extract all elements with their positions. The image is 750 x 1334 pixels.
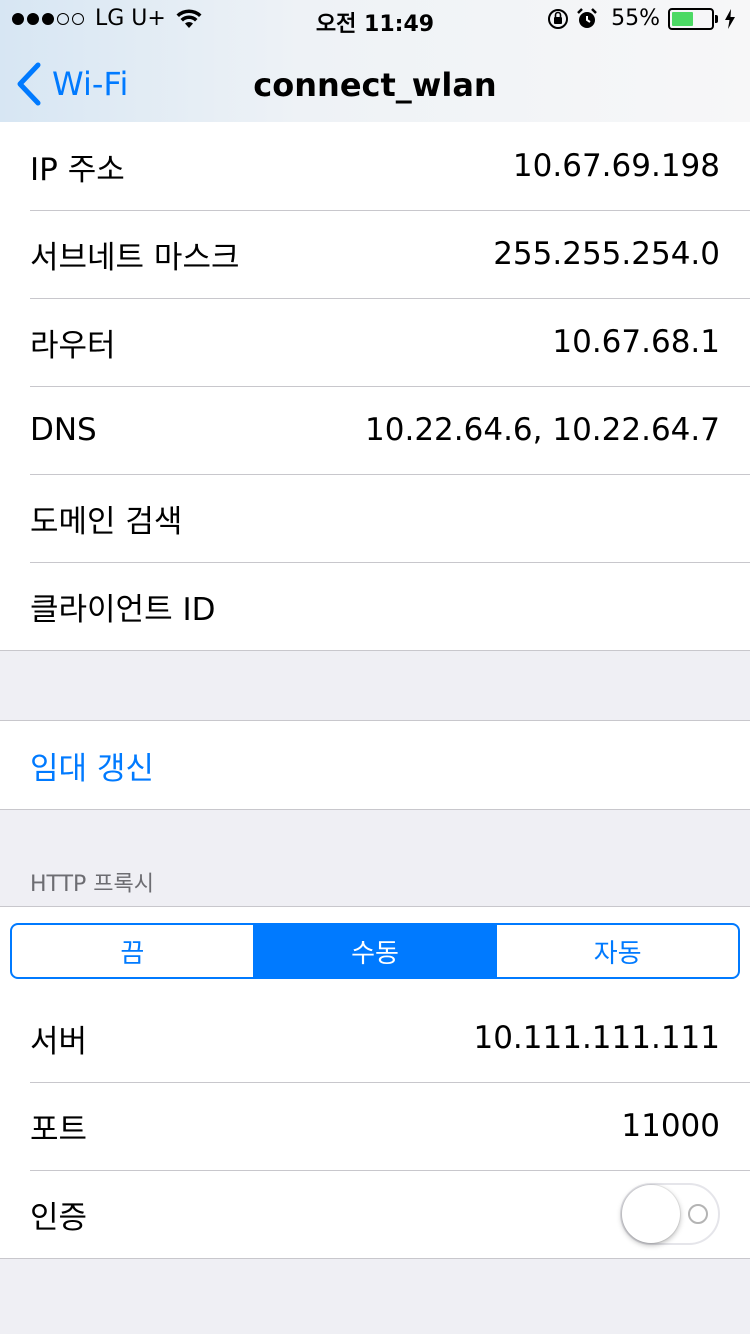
row-label: IP 주소 — [30, 151, 125, 188]
port-label: 포트 — [30, 1111, 88, 1148]
segment-auto[interactable]: 자동 — [495, 925, 738, 977]
alarm-icon — [577, 7, 597, 28]
port-row[interactable]: 포트 11000 — [0, 1082, 750, 1170]
server-row[interactable]: 서버 10.111.111.111 — [0, 994, 750, 1082]
row-label: 클라이언트 ID — [30, 591, 216, 628]
server-label: 서버 — [30, 1023, 88, 1060]
server-value[interactable]: 10.111.111.111 — [473, 1020, 720, 1056]
battery-icon — [668, 7, 714, 30]
authentication-toggle[interactable] — [620, 1183, 720, 1245]
authentication-row: 인증 — [0, 1170, 750, 1258]
client-id-row: 클라이언트 ID — [0, 562, 750, 650]
search-domains-row: 도메인 검색 — [0, 474, 750, 562]
proxy-settings-group: 서버 10.111.111.111 포트 11000 인증 — [0, 994, 750, 1259]
ip-info-group: IP 주소 10.67.69.198 서브네트 마스크 255.255.254.… — [0, 122, 750, 651]
row-value: 255.255.254.0 — [493, 236, 720, 272]
segment-off[interactable]: 끔 — [12, 925, 253, 977]
orientation-lock-icon — [548, 8, 569, 29]
toggle-knob — [622, 1185, 680, 1243]
row-value: 10.67.68.1 — [552, 324, 720, 360]
dns-row: DNS 10.22.64.6, 10.22.64.7 — [0, 386, 750, 474]
router-row: 라우터 10.67.68.1 — [0, 298, 750, 386]
renew-lease-label: 임대 갱신 — [30, 750, 154, 787]
authentication-label: 인증 — [30, 1199, 88, 1236]
battery-percent: 55% — [611, 6, 660, 31]
navigation-bar: Wi-Fi connect_wlan — [0, 40, 750, 128]
proxy-mode-segmented-control: 끔 수동 자동 — [10, 923, 740, 979]
row-label: 서브네트 마스크 — [30, 239, 240, 276]
row-label: 도메인 검색 — [30, 503, 183, 540]
row-value: 10.67.69.198 — [512, 148, 720, 184]
renew-lease-group: 임대 갱신 — [0, 720, 750, 810]
ip-address-row: IP 주소 10.67.69.198 — [0, 122, 750, 210]
subnet-mask-row: 서브네트 마스크 255.255.254.0 — [0, 210, 750, 298]
charging-bolt-icon — [725, 8, 735, 29]
http-proxy-header: HTTP 프록시 — [30, 872, 155, 897]
proxy-mode-container: 끔 수동 자동 — [0, 906, 750, 994]
row-label: 라우터 — [30, 327, 116, 364]
renew-lease-button[interactable]: 임대 갱신 — [0, 721, 750, 809]
status-bar: LG U+ 오전 11:49 55% — [0, 0, 750, 40]
port-value[interactable]: 11000 — [621, 1108, 720, 1144]
page-title: connect_wlan — [253, 66, 497, 104]
toggle-off-indicator-icon — [688, 1204, 708, 1224]
status-right: 55% — [541, 6, 736, 31]
row-label: DNS — [30, 412, 97, 448]
row-value: 10.22.64.6, 10.22.64.7 — [365, 412, 720, 448]
segment-manual[interactable]: 수동 — [252, 925, 496, 977]
